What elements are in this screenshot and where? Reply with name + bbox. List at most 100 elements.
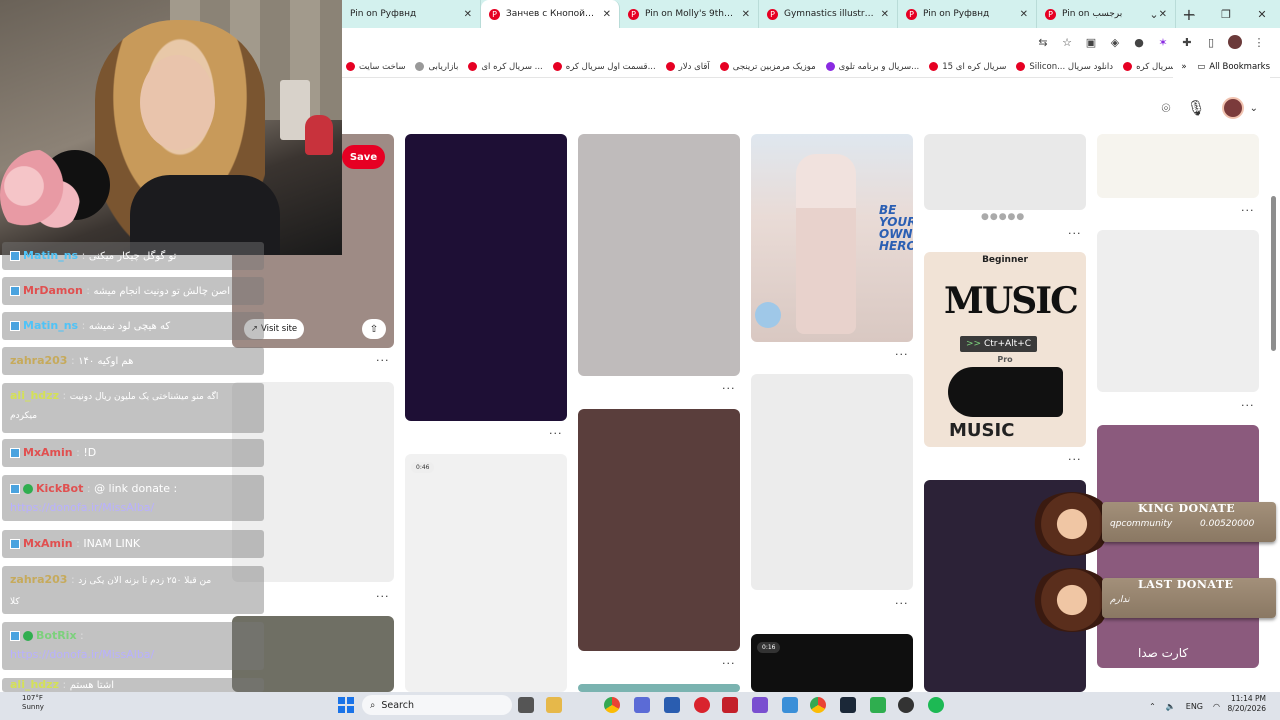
pin-card[interactable] (578, 684, 740, 692)
chrome-icon[interactable] (810, 697, 826, 713)
chrome-icon[interactable] (604, 697, 620, 713)
camera-search-icon[interactable]: ⌾ (1162, 99, 1171, 117)
bookmark-item[interactable]: بازاریابی (415, 62, 458, 72)
tooltip-prefix: >> (966, 339, 984, 349)
more-options-icon[interactable]: ··· (376, 590, 390, 603)
sidebar-icon[interactable]: ▯ (1204, 35, 1218, 49)
shield-icon[interactable]: ◈ (1108, 35, 1122, 49)
speaker-icon[interactable]: 🔈 (1166, 702, 1176, 711)
star-icon[interactable]: ☆ (1060, 35, 1074, 49)
bookmark-item[interactable]: Silicon... دانلود سریال (1016, 62, 1113, 72)
tab-2[interactable]: P Занчев с Кнопой 😍💜 ✕ (481, 0, 620, 28)
chat-text: که هیچی لود نمیشه (88, 321, 171, 332)
all-bookmarks-button[interactable]: » ▭ All Bookmarks (1173, 56, 1270, 78)
extension-icon[interactable]: ✶ (1156, 35, 1170, 49)
bookmark-item[interactable]: موزیک مرمزبین ترینجی (719, 62, 816, 72)
extension-icon[interactable]: ▣ (1084, 35, 1098, 49)
maximize-button[interactable]: ❐ (1208, 8, 1244, 21)
chevron-up-icon[interactable]: ⌃ (1149, 702, 1156, 711)
pin-card[interactable] (578, 134, 740, 376)
tab-5[interactable]: P Pin on Руфвнд ✕ (898, 0, 1037, 28)
taskbar-search[interactable]: ⌕ Search (362, 695, 512, 715)
pin-card[interactable] (751, 374, 913, 590)
chat-message: zahra203 : من قبلا ۲۵۰ زدم تا بزنه الان … (2, 566, 264, 614)
task-view-icon[interactable] (518, 697, 534, 713)
tab-4[interactable]: P Gymnastics illustration ✕ (759, 0, 898, 28)
app-icon[interactable] (694, 697, 710, 713)
fashion-pin-card[interactable]: BE YOUR OWN HERO (751, 134, 913, 342)
carousel-dots-icon[interactable]: ●●●●● (981, 212, 1025, 222)
tab-search-button[interactable]: ⌄ (1136, 8, 1172, 21)
wifi-icon[interactable]: ◠ (1213, 702, 1220, 711)
app-icon[interactable] (782, 697, 798, 713)
more-options-icon[interactable]: ··· (895, 348, 909, 361)
close-icon[interactable]: ✕ (603, 9, 611, 20)
more-options-icon[interactable]: ··· (895, 597, 909, 610)
bookmark-item[interactable]: 15 سریال کره ای (929, 62, 1006, 72)
app-icon[interactable] (664, 697, 680, 713)
close-icon[interactable]: ✕ (464, 9, 472, 20)
pin-card[interactable] (1097, 134, 1259, 198)
more-options-icon[interactable]: ··· (376, 354, 390, 367)
app-icon[interactable] (870, 697, 886, 713)
windows-start-icon[interactable] (338, 697, 354, 713)
translate-icon[interactable]: ⇆ (1036, 35, 1050, 49)
more-options-icon[interactable]: ··· (549, 427, 563, 440)
more-options-icon[interactable]: ··· (1068, 227, 1082, 240)
donate-link[interactable]: https://donofa.ir/MissAlba/ (10, 501, 154, 514)
bookmark-icon (346, 62, 355, 71)
pin-card[interactable] (405, 134, 567, 421)
menu-icon[interactable]: ⋮ (1252, 35, 1266, 49)
chat-separator: : (70, 354, 75, 367)
close-window-button[interactable]: ✕ (1244, 8, 1280, 21)
bookmark-icon (825, 62, 835, 71)
more-options-icon[interactable]: ··· (1241, 204, 1255, 217)
extension-icon[interactable]: ● (1132, 35, 1146, 49)
pin-card[interactable] (924, 134, 1086, 210)
tab-3[interactable]: P Pin on Molly's 9th birthd ✕ (620, 0, 759, 28)
close-icon[interactable]: ✕ (1020, 9, 1028, 20)
visit-site-label: Visit site (260, 324, 298, 334)
bookmark-item[interactable]: سریال کره ای ... (468, 62, 543, 72)
weather-widget[interactable]: 107°F Sunny (22, 694, 44, 712)
share-button[interactable]: ⇧ (362, 319, 386, 339)
steam-icon[interactable] (840, 697, 856, 713)
bookmark-item[interactable]: قسمت اول سریال کره... (552, 62, 656, 72)
more-options-icon[interactable]: ··· (1068, 453, 1082, 466)
store-icon[interactable] (634, 697, 650, 713)
chat-text: اگه منو میشناختی یک ملیون ریال دونیت (69, 392, 219, 402)
tab-1[interactable]: Pin on Руфвнд ✕ (342, 0, 481, 28)
video-pin-card[interactable] (405, 454, 567, 692)
save-button[interactable]: Save (342, 145, 385, 169)
minimize-button[interactable]: — (1172, 8, 1208, 21)
pin-card[interactable] (1097, 230, 1259, 392)
close-icon[interactable]: ✕ (742, 9, 750, 20)
spotify-icon[interactable] (928, 697, 944, 713)
chevron-down-icon[interactable]: ⌄ (1250, 103, 1258, 114)
bookmark-icon (1016, 62, 1026, 71)
avatar[interactable] (1221, 97, 1244, 119)
profile-icon[interactable] (1228, 35, 1242, 49)
microphone-icon[interactable]: 🎙 (1187, 99, 1206, 117)
chat-message: Matin_ns : تو گوگل چیکار میکنی (2, 242, 264, 270)
scrollbar[interactable] (1271, 196, 1276, 351)
file-explorer-icon[interactable] (546, 697, 562, 713)
language-indicator[interactable]: ENG (1186, 702, 1203, 711)
pin-card[interactable] (578, 409, 740, 651)
clock[interactable]: 11:14 PM 8/20/2026 (1228, 694, 1266, 714)
pinterest-icon: P (1045, 8, 1056, 20)
app-icon[interactable] (722, 697, 738, 713)
chat-username: zahra203 (10, 573, 68, 586)
bookmark-item[interactable]: آقای دلار (665, 62, 710, 72)
more-options-icon[interactable]: ··· (1241, 399, 1255, 412)
chat-separator: : (86, 482, 91, 495)
bookmark-item[interactable]: ساخت سایت (346, 62, 405, 72)
puzzle-icon[interactable]: ✚ (1180, 35, 1194, 49)
obs-icon[interactable] (898, 697, 914, 713)
donate-link[interactable]: https://donofa.ir/MissAlba/ (10, 648, 154, 661)
more-options-icon[interactable]: ··· (722, 657, 736, 670)
more-options-icon[interactable]: ··· (722, 382, 736, 395)
bookmark-item[interactable]: سریال و برنامه تلوی... (825, 62, 919, 72)
chart-app-icon[interactable] (752, 697, 768, 713)
close-icon[interactable]: ✕ (881, 9, 889, 20)
